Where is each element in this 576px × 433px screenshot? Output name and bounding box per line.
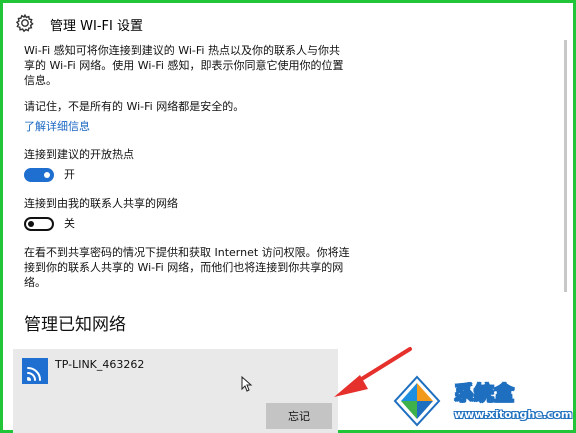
hotspot-toggle[interactable] (24, 168, 54, 182)
toggle-knob (28, 221, 34, 227)
toggle-knob (44, 172, 50, 178)
description-line: 接到你的联系人共享的 Wi-Fi 网络，而他们也将连接到你共享的网 (24, 261, 344, 274)
contacts-toggle[interactable] (24, 217, 54, 231)
contacts-toggle-label: 连接到由我的联系人共享的网络 (24, 197, 178, 210)
intro-line: 享的 Wi-Fi 网络。使用 Wi-Fi 感知，即表示你同意它使用你的位置 (24, 59, 344, 72)
known-networks-heading: 管理已知网络 (24, 315, 126, 335)
title-bar: 管理 WI-FI 设置 (6, 6, 570, 40)
watermark-url: www.xitonghe.com (454, 408, 573, 421)
intro-line: 信息。 (24, 74, 57, 87)
wifi-network-tile (22, 358, 48, 384)
watermark-logo-icon (393, 375, 441, 427)
wifi-icon (27, 367, 41, 381)
scroll-thumb[interactable] (564, 40, 567, 292)
intro-line: Wi-Fi 感知可将你连接到建议的 Wi-Fi 热点以及你的联系人与你共 (24, 44, 340, 57)
window-title: 管理 WI-FI 设置 (50, 19, 143, 34)
network-name: TP-LINK_463262 (55, 358, 145, 371)
security-warning: 请记住，不是所有的 Wi-Fi 网络都是安全的。 (24, 100, 245, 113)
known-network-item[interactable]: TP-LINK_463262 忘记 (13, 349, 338, 433)
hotspot-toggle-state: 开 (64, 168, 75, 181)
mouse-cursor-icon (241, 376, 253, 392)
watermark-title: 系统盒 (454, 381, 515, 406)
forget-button[interactable]: 忘记 (266, 403, 332, 429)
description-line: 络。 (24, 276, 46, 289)
description-line: 在看不到共享密码的情况下提供和获取 Internet 访问权限。你将连 (24, 246, 350, 259)
gear-icon (15, 13, 34, 33)
scrollbar[interactable] (562, 40, 570, 292)
hotspot-toggle-label: 连接到建议的开放热点 (24, 148, 134, 161)
learn-more-link[interactable]: 了解详细信息 (24, 119, 90, 134)
intro-paragraph: Wi-Fi 感知可将你连接到建议的 Wi-Fi 热点以及你的联系人与你共 享的 … (24, 43, 534, 88)
contacts-toggle-state: 关 (64, 217, 75, 230)
contacts-description: 在看不到共享密码的情况下提供和获取 Internet 访问权限。你将连 接到你的… (24, 245, 534, 290)
